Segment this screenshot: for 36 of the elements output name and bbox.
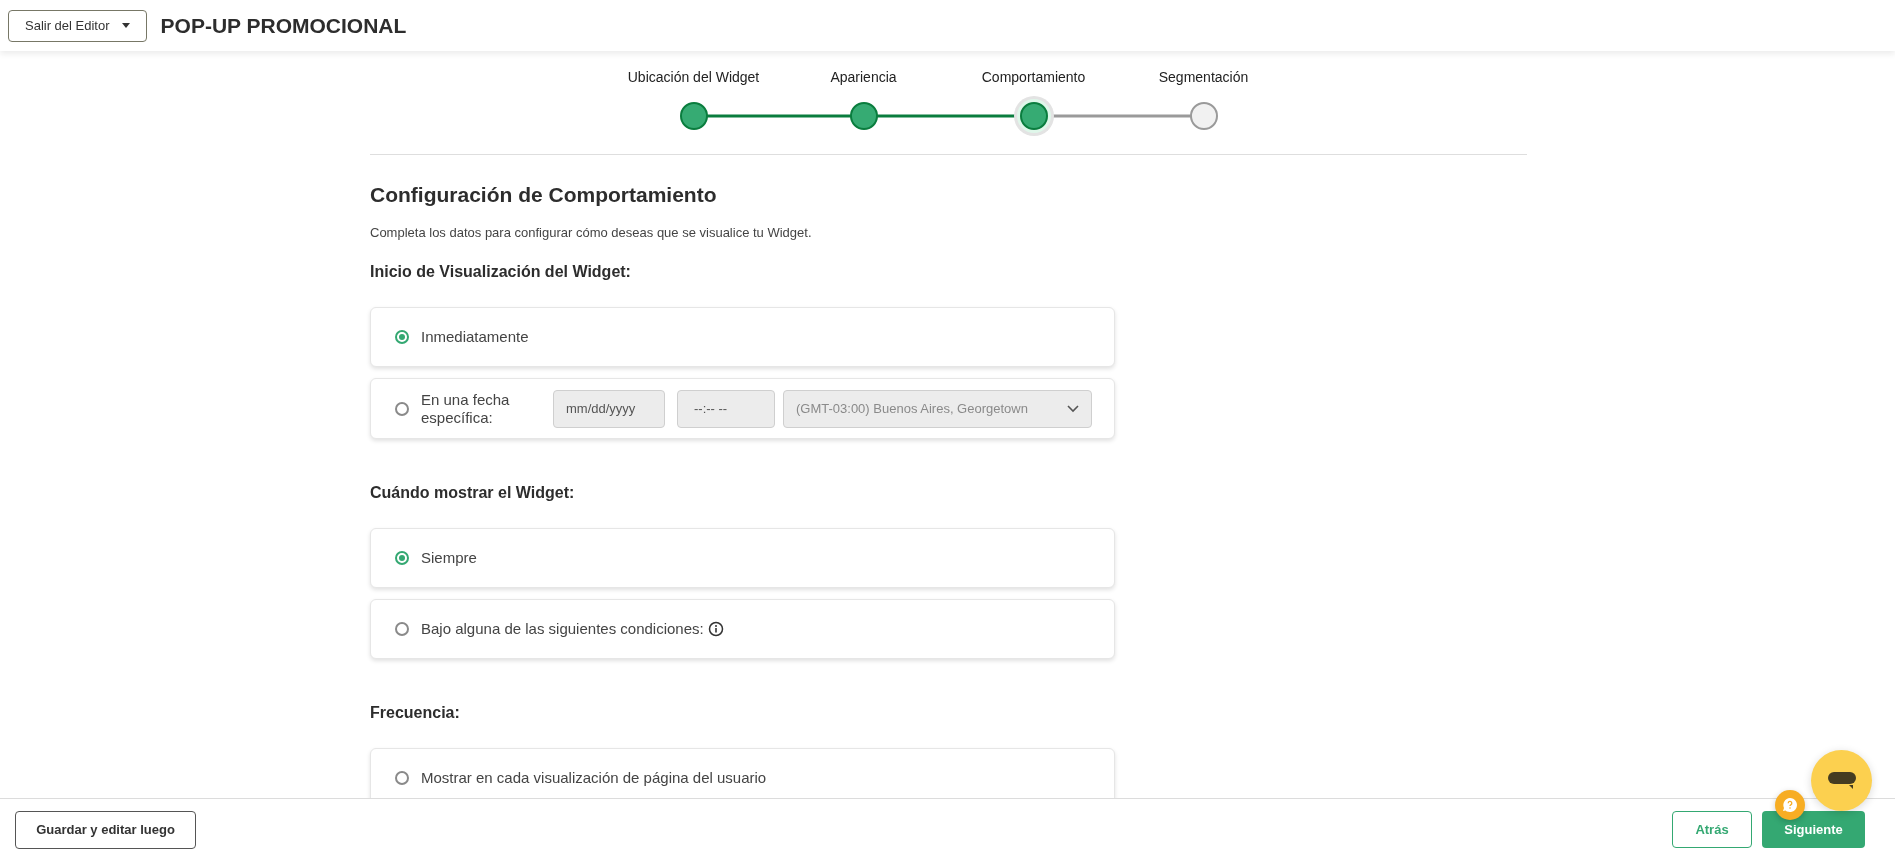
radio-button[interactable] [395,551,409,565]
step-marker[interactable] [679,102,708,130]
chat-icon [1826,770,1857,791]
option-label: En una fecha específica: [421,390,511,427]
step-label: Ubicación del Widget [627,68,760,87]
option-label: Siempre [421,547,477,568]
help-icon [1782,797,1798,813]
option-label: Mostrar en cada visualización de página del usuario [421,767,767,788]
info-icon[interactable] [707,621,724,637]
step-marker[interactable] [1013,96,1054,136]
option-card[interactable]: Mostrar en cada visualización de página del usuario [370,748,1115,798]
help-button[interactable] [1775,790,1805,820]
step-marker[interactable] [849,102,878,130]
group-title: Cuándo mostrar el Widget: [370,483,576,503]
save-later-button[interactable]: Guardar y editar luego [15,810,196,849]
group-title: Frecuencia: [370,703,461,723]
section-heading: Configuración de Comportamiento [370,182,718,208]
page-title: POP-UP PROMOCIONAL [160,12,407,39]
step-marker[interactable] [1189,102,1218,130]
radio-button[interactable] [395,622,409,636]
option-card[interactable]: Inmediatamente [370,307,1115,367]
option-card[interactable]: Bajo alguna de las siguientes condiciones: [370,599,1115,659]
chat-bubble-button[interactable] [1811,750,1872,811]
step-label: Segmentación [1158,68,1249,87]
option-card[interactable]: Siempre [370,528,1115,588]
exit-editor-button[interactable]: Salir del Editor [8,9,147,42]
caret-down-icon [121,23,130,28]
option-label: Bajo alguna de las siguientes condiciones: [421,618,704,639]
description-text: Completa los datos para configurar cómo deseas que se visualice tu Widget. [370,223,813,242]
step-label: Comportamiento [981,68,1086,87]
chevron-down-icon [1067,404,1079,413]
radio-button[interactable] [395,330,409,344]
group-title: Inicio de Visualización del Widget: [370,262,632,282]
radio-button[interactable] [395,771,409,785]
option-label: Inmediatamente [421,326,529,347]
step-label: Apariencia [830,68,897,87]
